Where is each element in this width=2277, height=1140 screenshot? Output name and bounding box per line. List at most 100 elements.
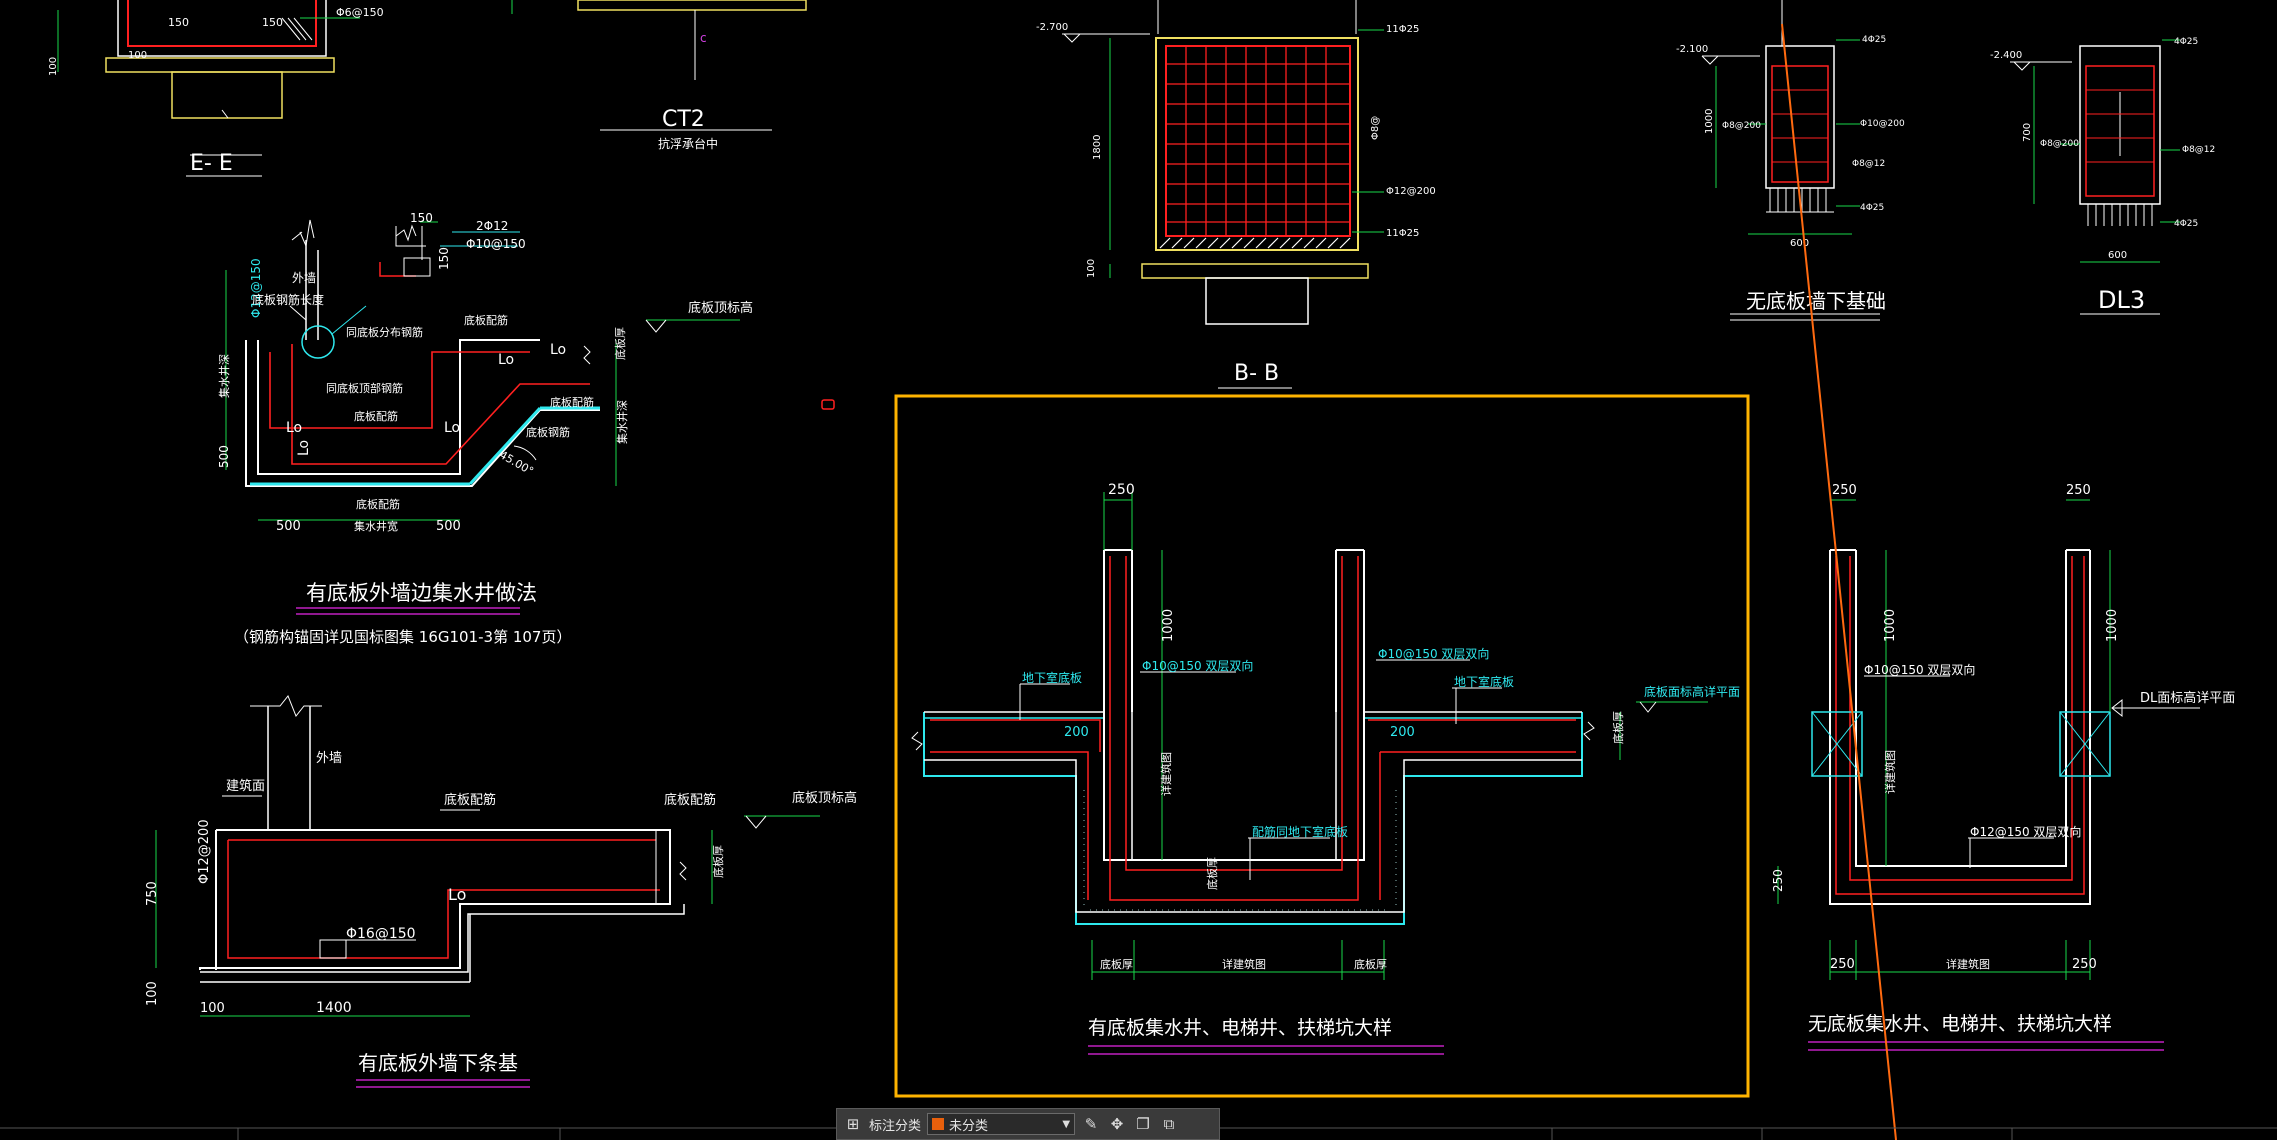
wdb-title: 无底板墙下基础 — [1746, 289, 1886, 313]
strip-top: 底板顶标高 — [792, 790, 857, 806]
strip-h: 底板厚 — [711, 845, 725, 878]
strip-lo: Lo — [448, 885, 466, 904]
main-r2: Φ10@150 双层双向 — [1378, 646, 1489, 661]
ee-dim-100a: 100 — [128, 50, 147, 61]
ws-well-label: 底板配筋 — [356, 497, 400, 511]
ws-h: 底板厚 — [613, 327, 627, 360]
ws-well: 集水井宽 — [354, 519, 398, 533]
strip-level: 建筑面 — [226, 778, 265, 794]
ws-title: 有底板外墙边集水井做法 — [306, 581, 537, 605]
nb-depth: 详建筑图 — [1883, 750, 1897, 794]
ws-wall: 外墙 — [292, 271, 316, 285]
grid-icon[interactable]: ⊞ — [843, 1114, 863, 1134]
ws-outside: 底板钢筋长度 — [252, 292, 324, 307]
strip-rebar1: 底板配筋 — [444, 792, 496, 808]
category-select[interactable]: 未分类 ▼ — [927, 1113, 1076, 1135]
nb-250c: 250 — [1830, 957, 1855, 972]
main-title: 有底板集水井、电梯井、扶梯坑大样 — [1088, 1017, 1392, 1039]
ws-bottom-rebar: 底板钢筋 — [526, 425, 570, 439]
main-bottom: 配筋同地下室底板 — [1252, 824, 1348, 839]
main-1000: 1000 — [1161, 609, 1176, 642]
strip-wall: 外墙 — [316, 751, 342, 766]
main-thk: 底板厚 — [1205, 857, 1219, 890]
ws-lo2: Lo — [444, 420, 460, 436]
strip-1400: 1400 — [316, 1000, 352, 1016]
svg-text:c: c — [700, 31, 707, 45]
ee-dim-100b: 100 — [48, 57, 59, 76]
annotation-toolbar: ⊞ 标注分类 未分类 ▼ ✎ ✥ ❐ ⧉ — [836, 1108, 1220, 1140]
bb-title: B- B — [1234, 361, 1279, 386]
ws-deep: 集水井深 — [615, 400, 629, 444]
svg-text:150: 150 — [437, 247, 451, 270]
ws-r1: 同底板分布钢筋 — [346, 325, 423, 339]
main-250: 250 — [1108, 482, 1135, 498]
ee-dim-150b: 150 — [262, 16, 283, 29]
ws-lo4: Lo — [550, 342, 566, 358]
main-200b: 200 — [1390, 725, 1415, 740]
ws-depth: 集水井深 — [217, 354, 231, 398]
edit-icon[interactable]: ✎ — [1081, 1114, 1101, 1134]
strip-rebar2: 底板配筋 — [664, 792, 716, 808]
bb-dim-h: 1800 — [1092, 135, 1103, 160]
nb-r2: Φ12@150 双层双向 — [1970, 824, 2081, 839]
nb-pitw: 详建筑图 — [1946, 957, 1990, 971]
main-h: 底板厚 — [1611, 711, 1625, 744]
nb-250a: 250 — [1832, 483, 1857, 498]
main-side1: 底板厚 — [1100, 957, 1133, 971]
main-side2: 底板厚 — [1354, 957, 1387, 971]
ct2-title: CT2 — [662, 107, 705, 132]
dl3-r1: 4Φ25 — [2174, 37, 2198, 47]
ws-sub: （钢筋构锚固详见国标图集 16G101-3第 107页） — [234, 628, 571, 646]
ee-note: Φ6@150 — [336, 6, 384, 19]
bb-dim-100: 100 — [1086, 259, 1097, 278]
wdb-r2: Φ8@200 — [1722, 121, 1761, 131]
strip-100a: 100 — [145, 981, 160, 1006]
main-basement2: 地下室底板 — [1454, 674, 1514, 689]
move-icon[interactable]: ✥ — [1107, 1114, 1127, 1134]
ws-c12: Φ12@150 — [249, 258, 263, 318]
ws-500b: 500 — [436, 519, 461, 534]
ws-500a: 500 — [276, 519, 301, 534]
ee-dim-150a: 150 — [168, 16, 189, 29]
wdb-r5: 4Φ25 — [1860, 203, 1884, 213]
ee-title: E- E — [190, 151, 233, 176]
bb-r3: 11Φ25 — [1386, 228, 1419, 239]
dl3-r4: 4Φ25 — [2174, 219, 2198, 229]
ws-500c: 500 — [217, 445, 231, 468]
bb-r2: Φ12@200 — [1386, 186, 1436, 197]
ws-2c12: 2Φ12 — [476, 219, 508, 233]
strip-c12: Φ12@200 — [197, 819, 212, 884]
ws-r5: 底板配筋 — [550, 395, 594, 409]
ws-r2: 同底板顶部钢筋 — [326, 381, 403, 395]
ws-lo3: Lo — [498, 352, 514, 368]
ws-r3: 底板配筋 — [354, 409, 398, 423]
main-depth: 详建筑图 — [1222, 957, 1266, 971]
dl3-r3: Φ8@12 — [2182, 145, 2215, 155]
copy-icon[interactable]: ❐ — [1133, 1114, 1153, 1134]
wdb-r4: Φ8@12 — [1852, 159, 1885, 169]
dl3-dim-h: 700 — [2022, 123, 2033, 142]
ct2-sub: 抗浮承台中 — [658, 136, 718, 151]
bb-r4: Φ8@ — [1370, 116, 1381, 140]
ws-lo1: Lo — [286, 420, 302, 436]
wdb-dim-600: 600 — [1790, 238, 1809, 249]
nb-r1: Φ10@150 双层双向 — [1864, 662, 1975, 677]
dl3-r2: Φ8@200 — [2040, 139, 2079, 149]
paste-icon[interactable]: ⧉ — [1159, 1114, 1179, 1134]
wdb-r3: Φ10@200 — [1860, 119, 1905, 129]
nb-1000b: 1000 — [2105, 609, 2120, 642]
toolbar-label: 标注分类 — [869, 1118, 922, 1134]
category-select-value: 未分类 — [949, 1118, 989, 1134]
nb-250d: 250 — [2072, 957, 2097, 972]
main-r1: Φ10@150 双层双向 — [1142, 658, 1253, 673]
cad-drawing-canvas[interactable]: 150 150 Φ6@150 100 100 E- E c CT2 抗浮承台中 — [0, 0, 2277, 1140]
main-pitw: 详建筑图 — [1159, 752, 1173, 796]
main-basement1: 地下室底板 — [1022, 670, 1082, 685]
dl3-elev: -2.400 — [1990, 50, 2022, 61]
wdb-r1: 4Φ25 — [1862, 35, 1886, 45]
main-top: 底板面标高详平面 — [1644, 684, 1740, 699]
nb-title: 无底板集水井、电梯井、扶梯坑大样 — [1808, 1013, 2112, 1035]
nb-250e: 250 — [1771, 869, 1785, 892]
ws-top: 底板顶标高 — [688, 300, 753, 316]
dl3-title: DL3 — [2098, 286, 2145, 314]
